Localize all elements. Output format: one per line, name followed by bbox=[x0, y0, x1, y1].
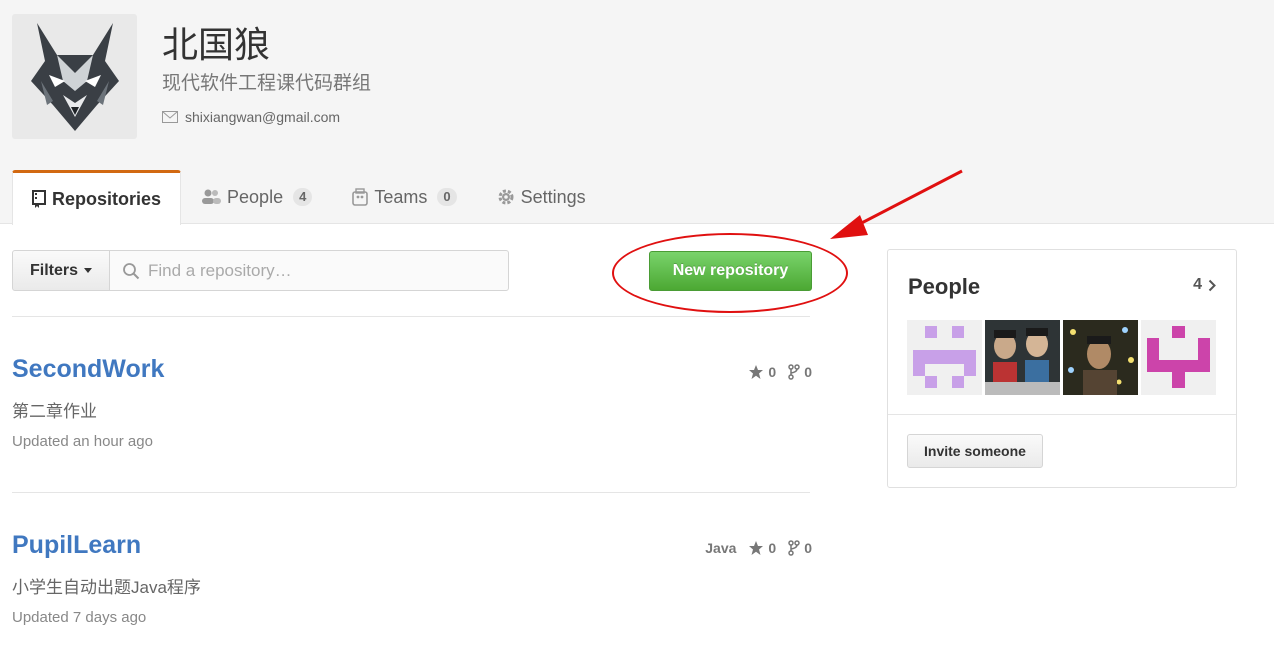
people-avatars bbox=[907, 320, 1216, 395]
gear-icon bbox=[498, 189, 514, 205]
repo-language: Java bbox=[705, 540, 737, 556]
org-email[interactable]: shixiangwan@gmail.com bbox=[162, 107, 340, 127]
tab-settings[interactable]: Settings bbox=[477, 170, 606, 224]
tab-repositories-label: Repositories bbox=[52, 188, 162, 209]
people-card-divider bbox=[888, 414, 1236, 415]
tab-people[interactable]: People 4 bbox=[181, 170, 332, 224]
stars-stat[interactable]: 0 bbox=[748, 540, 776, 556]
member-avatar[interactable] bbox=[985, 320, 1060, 395]
figurines-photo-icon bbox=[985, 320, 1060, 395]
star-icon bbox=[749, 365, 764, 379]
org-avatar bbox=[12, 14, 137, 139]
identicon-magenta-icon bbox=[1141, 320, 1216, 395]
tab-settings-label: Settings bbox=[520, 186, 586, 207]
tab-teams-label: Teams bbox=[374, 186, 428, 207]
fork-icon bbox=[788, 540, 800, 556]
filters-label: Filters bbox=[29, 261, 78, 279]
stars-count: 0 bbox=[768, 364, 777, 380]
stars-count: 0 bbox=[768, 540, 777, 556]
repo-icon bbox=[32, 190, 46, 208]
repo-stats: 0 0 bbox=[748, 364, 812, 380]
list-divider-top bbox=[12, 316, 810, 317]
stars-stat[interactable]: 0 bbox=[748, 364, 776, 380]
list-divider bbox=[12, 492, 810, 493]
forks-count: 0 bbox=[804, 540, 812, 556]
people-count-link[interactable]: 4 bbox=[1193, 276, 1216, 294]
forks-stat[interactable]: 0 bbox=[788, 364, 812, 380]
repo-description: 第二章作业 bbox=[12, 402, 97, 421]
repo-stats: Java 0 0 bbox=[705, 540, 812, 556]
people-icon bbox=[202, 189, 222, 204]
tab-teams[interactable]: Teams 0 bbox=[332, 170, 476, 224]
wolf-logo-icon bbox=[30, 22, 119, 131]
people-counter: 4 bbox=[293, 188, 313, 206]
annotation-arrow-icon bbox=[830, 169, 963, 239]
teams-icon bbox=[352, 188, 369, 206]
people-title[interactable]: People bbox=[908, 274, 980, 300]
identicon-purple-icon bbox=[907, 320, 982, 395]
people-count: 4 bbox=[1193, 276, 1202, 293]
repo-updated: Updated an hour ago bbox=[12, 433, 153, 450]
chevron-right-icon bbox=[1208, 279, 1216, 291]
org-header: 北国狼 现代软件工程课代码群组 shixiangwan@gmail.com Re… bbox=[0, 0, 1274, 225]
star-icon bbox=[749, 541, 764, 555]
search-icon bbox=[123, 262, 140, 279]
org-description: 现代软件工程课代码群组 bbox=[162, 73, 372, 94]
tab-repositories[interactable]: Repositories bbox=[12, 170, 182, 225]
org-email-text: shixiangwan@gmail.com bbox=[185, 109, 341, 125]
filters-button[interactable]: Filters bbox=[12, 250, 110, 291]
repo-updated: Updated 7 days ago bbox=[12, 609, 147, 626]
org-tabs: Repositories People 4 Teams 0 Settings bbox=[12, 170, 606, 225]
repo-name-link[interactable]: PupilLearn bbox=[12, 531, 141, 560]
member-avatar[interactable] bbox=[907, 320, 982, 395]
people-card: People 4 Invite someone bbox=[887, 249, 1237, 488]
invite-someone-button[interactable]: Invite someone bbox=[907, 434, 1043, 468]
forks-count: 0 bbox=[804, 364, 812, 380]
tab-people-label: People bbox=[227, 186, 284, 207]
caret-down-icon bbox=[84, 268, 92, 273]
night-lights-photo-icon bbox=[1063, 320, 1138, 395]
mail-icon bbox=[162, 111, 178, 123]
repo-search bbox=[109, 250, 509, 291]
repo-description: 小学生自动出题Java程序 bbox=[12, 578, 201, 597]
member-avatar[interactable] bbox=[1063, 320, 1138, 395]
forks-stat[interactable]: 0 bbox=[788, 540, 812, 556]
org-name: 北国狼 bbox=[162, 25, 271, 66]
teams-counter: 0 bbox=[437, 188, 457, 206]
repo-name-link[interactable]: SecondWork bbox=[12, 355, 164, 384]
fork-icon bbox=[788, 364, 800, 380]
annotation-ellipse bbox=[612, 233, 848, 313]
member-avatar[interactable] bbox=[1141, 320, 1216, 395]
search-input[interactable] bbox=[148, 260, 488, 281]
